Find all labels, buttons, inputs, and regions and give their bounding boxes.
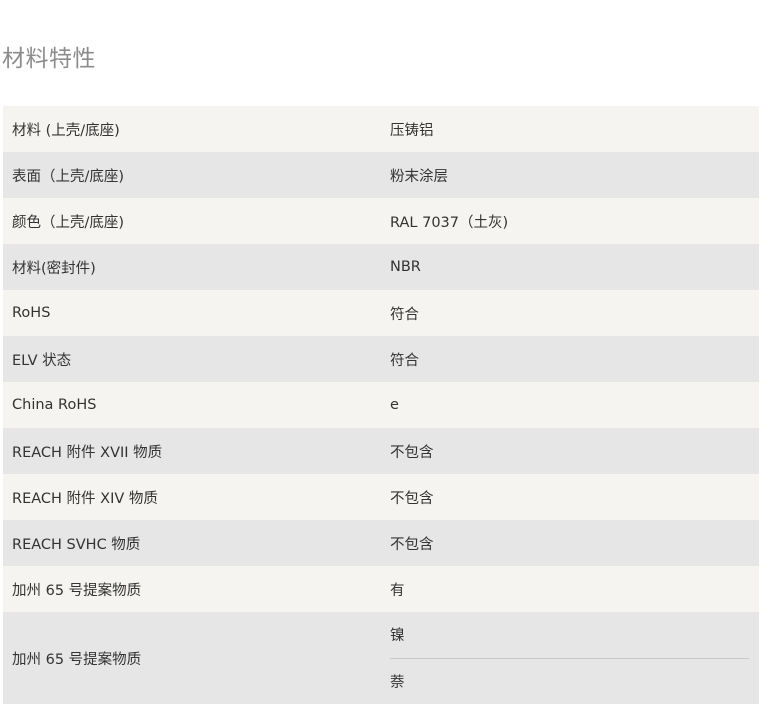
table-row: 颜色（上壳/底座) RAL 7037（土灰) bbox=[3, 198, 759, 244]
property-label: 加州 65 号提案物质 bbox=[3, 579, 381, 600]
property-value: 不包含 bbox=[381, 487, 759, 508]
property-label: 材料 (上壳/底座) bbox=[3, 119, 381, 140]
property-value: 符合 bbox=[381, 349, 759, 370]
property-label: China RoHS bbox=[3, 397, 381, 413]
property-value: RAL 7037（土灰) bbox=[381, 211, 759, 232]
property-value-item: 萘 bbox=[390, 658, 749, 704]
material-properties-table: 材料 (上壳/底座) 压铸铝 表面（上壳/底座) 粉末涂层 颜色（上壳/底座) … bbox=[3, 106, 759, 704]
property-value: 有 bbox=[381, 579, 759, 600]
property-label: REACH SVHC 物质 bbox=[3, 533, 381, 554]
property-label: 颜色（上壳/底座) bbox=[3, 211, 381, 232]
table-row: 加州 65 号提案物质 镍 萘 bbox=[3, 612, 759, 704]
property-value: NBR bbox=[381, 259, 759, 275]
property-label: 加州 65 号提案物质 bbox=[3, 648, 381, 669]
property-label: RoHS bbox=[3, 305, 381, 321]
table-row: REACH 附件 XVII 物质 不包含 bbox=[3, 428, 759, 474]
property-value: e bbox=[381, 397, 759, 413]
table-row: China RoHS e bbox=[3, 382, 759, 428]
table-row: 加州 65 号提案物质 有 bbox=[3, 566, 759, 612]
table-row: REACH 附件 XIV 物质 不包含 bbox=[3, 474, 759, 520]
property-value: 不包含 bbox=[381, 533, 759, 554]
property-label: ELV 状态 bbox=[3, 349, 381, 370]
table-row: 材料 (上壳/底座) 压铸铝 bbox=[3, 106, 759, 152]
property-value: 粉末涂层 bbox=[381, 165, 759, 186]
property-label: REACH 附件 XVII 物质 bbox=[3, 441, 381, 462]
property-label: 表面（上壳/底座) bbox=[3, 165, 381, 186]
table-row: ELV 状态 符合 bbox=[3, 336, 759, 382]
table-row: REACH SVHC 物质 不包含 bbox=[3, 520, 759, 566]
property-label: REACH 附件 XIV 物质 bbox=[3, 487, 381, 508]
table-row: 材料(密封件) NBR bbox=[3, 244, 759, 290]
table-row: RoHS 符合 bbox=[3, 290, 759, 336]
property-value: 符合 bbox=[381, 303, 759, 324]
page-title: 材料特性 bbox=[2, 39, 96, 73]
property-label: 材料(密封件) bbox=[3, 257, 381, 278]
table-row: 表面（上壳/底座) 粉末涂层 bbox=[3, 152, 759, 198]
property-value: 压铸铝 bbox=[381, 119, 759, 140]
property-value-list: 镍 萘 bbox=[381, 612, 759, 704]
property-value: 不包含 bbox=[381, 441, 759, 462]
property-value-item: 镍 bbox=[390, 612, 749, 658]
